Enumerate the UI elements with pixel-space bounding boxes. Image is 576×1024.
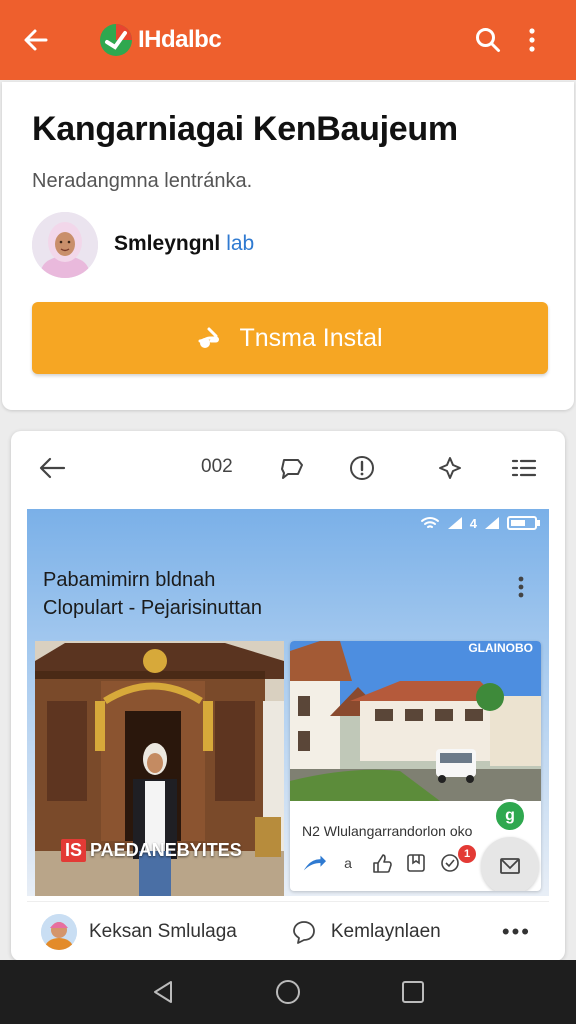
message-fab[interactable] xyxy=(481,837,539,891)
author-tag[interactable]: lab xyxy=(226,232,254,255)
nav-back-icon[interactable] xyxy=(143,972,183,1012)
signal-icon xyxy=(447,517,462,529)
tile-caption: N2 Wlulangarrandorlon oko xyxy=(302,823,473,839)
author-avatar[interactable] xyxy=(32,212,98,278)
signal-icon xyxy=(485,517,499,529)
sparkle-icon[interactable] xyxy=(431,449,469,487)
status-text: 4 xyxy=(469,515,477,531)
search-icon[interactable] xyxy=(466,18,510,62)
preview-count: 002 xyxy=(201,456,233,477)
more-horizontal-icon[interactable]: ••• xyxy=(502,919,531,945)
back-arrow-icon[interactable] xyxy=(14,18,58,62)
preview-footer: Keksan Smlulaga Kemlaynlaen ••• xyxy=(27,901,549,961)
tile-label-text: PAEDANEBYITES xyxy=(90,840,242,860)
page-subtitle: Neradangmna lentránka. xyxy=(32,170,253,192)
tile-actions: a xyxy=(302,851,462,875)
status-bar: 4 xyxy=(420,513,541,533)
battery-icon xyxy=(507,516,540,530)
thumb-icon[interactable] xyxy=(370,851,394,875)
bookmark-icon[interactable] xyxy=(404,851,428,875)
nav-recents-icon[interactable] xyxy=(393,972,433,1012)
share-arrow-icon[interactable] xyxy=(302,851,326,875)
page-title: Kangarniagai KenBaujeum xyxy=(32,110,458,148)
media-tile-house[interactable]: GLAINOBO g N2 Wlulangarrandorlon oko a 1 xyxy=(290,641,541,891)
app-bar: IHdalbc xyxy=(0,0,576,80)
comment-label[interactable]: Kemlaynlaen xyxy=(331,921,441,943)
install-button[interactable]: Tnsma Instal xyxy=(32,302,548,374)
preview-heading-line1: Pabamimirn bldnah xyxy=(43,569,216,591)
install-button-label: Tnsma Instal xyxy=(239,323,383,352)
system-nav-bar xyxy=(0,960,576,1024)
preview-screenshot: 4 Pabamimirn bldnah Clopulart - Pejarisi… xyxy=(27,509,549,896)
preview-toolbar: 002 xyxy=(11,431,565,503)
author-name[interactable]: Smleyngnl lab xyxy=(114,232,254,256)
app-brand-name: IHdalbc xyxy=(138,26,222,53)
mail-icon xyxy=(500,858,520,874)
chat-icon[interactable] xyxy=(273,449,311,487)
brand-logo-icon xyxy=(98,22,134,58)
tile-bubble[interactable]: g xyxy=(493,799,527,833)
list-icon[interactable] xyxy=(505,449,543,487)
house-photo: GLAINOBO xyxy=(290,641,541,801)
commenter-name[interactable]: Keksan Smlulaga xyxy=(89,921,237,943)
wifi-icon xyxy=(420,517,439,528)
info-icon[interactable] xyxy=(343,449,381,487)
nav-home-icon[interactable] xyxy=(268,972,308,1012)
app-header-card: Kangarniagai KenBaujeum Neradangmna lent… xyxy=(2,82,574,410)
tile-corner-text: GLAINOBO xyxy=(468,641,533,655)
tile-action-count: a xyxy=(344,855,352,871)
preview-card: 002 4 Pabamimirn bldnah Clopulart - Peja… xyxy=(11,431,565,961)
commenter-avatar[interactable] xyxy=(41,913,77,950)
more-vertical-icon[interactable] xyxy=(510,18,554,62)
notification-badge: 1 xyxy=(458,845,476,863)
more-vertical-icon[interactable] xyxy=(511,573,531,601)
author-name-text: Smleyngnl xyxy=(114,232,221,255)
comment-icon[interactable] xyxy=(289,917,319,947)
back-arrow-icon[interactable] xyxy=(33,449,71,487)
tile-label: IS PAEDANEBYITES xyxy=(61,839,242,862)
media-tile-palace[interactable]: IS PAEDANEBYITES xyxy=(35,641,284,896)
preview-heading-line2: Clopulart - Pejarisinuttan xyxy=(43,597,262,619)
hand-pointer-icon xyxy=(198,327,220,348)
tile-badge: IS xyxy=(61,839,87,862)
